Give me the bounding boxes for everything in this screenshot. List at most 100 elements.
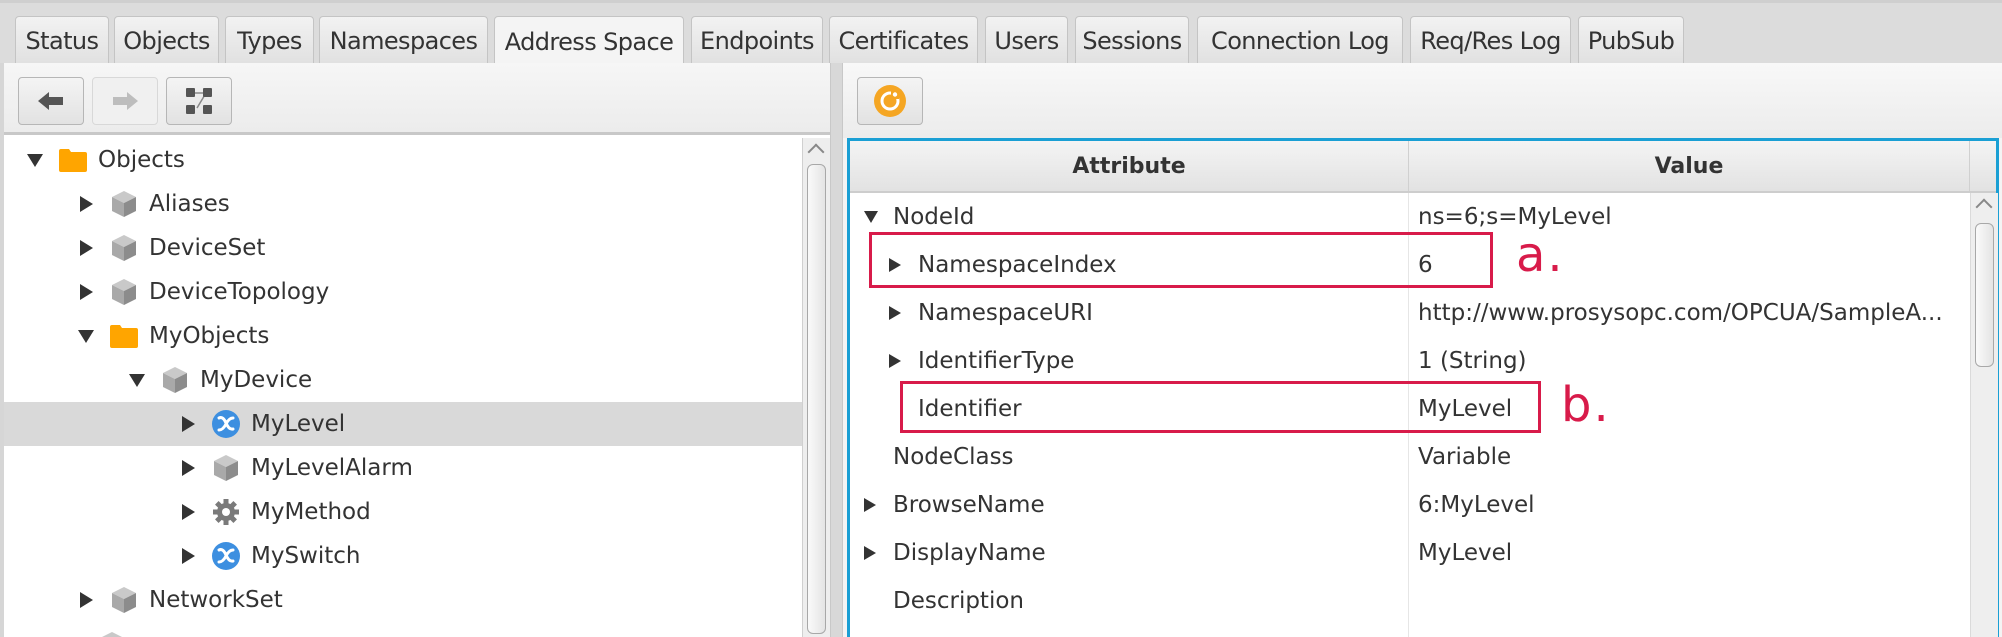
tree-item-myswitch[interactable]: MySwitch [4,534,802,578]
pane-splitter[interactable] [830,63,843,637]
attribute-name: Description [893,588,1024,614]
forward-button[interactable] [92,77,158,125]
tab-namespaces[interactable]: Namespaces [319,16,488,65]
column-header-attribute[interactable]: Attribute [850,141,1409,191]
table-body: NodeIdns=6;s=MyLevelNamespaceIndex6Names… [850,193,1970,637]
refresh-icon [873,84,907,118]
attribute-cell: Description [864,577,1024,625]
expand-toggle[interactable] [175,402,201,446]
attribute-value: ns=6;s=MyLevel [1418,193,1963,241]
triangle-right-icon [80,196,93,212]
tree-item-label: MyMethod [251,499,371,525]
expand-toggle[interactable] [73,578,99,622]
tree-scroll-thumb[interactable] [807,164,826,634]
scroll-up-icon[interactable] [1976,199,1993,216]
attribute-row-displayname[interactable]: DisplayNameMyLevel [850,529,1970,577]
triangle-right-icon [80,240,93,256]
attribute-name: BrowseName [893,492,1045,518]
triangle-right-icon[interactable] [889,258,918,272]
object-cube-icon [109,233,139,263]
attributes-toolbar [843,63,2002,138]
tree-scrollbar[interactable] [802,138,830,637]
back-button[interactable] [18,77,84,125]
tab-sessions[interactable]: Sessions [1075,16,1189,65]
tab-pubsub[interactable]: PubSub [1578,16,1684,65]
attribute-name: Identifier [918,396,1022,422]
scroll-up-icon[interactable] [808,144,825,161]
attributes-scrollbar[interactable] [1970,193,1998,637]
collapse-toggle[interactable] [124,358,150,402]
object-cube-icon [109,189,139,219]
collapse-toggle[interactable] [73,314,99,358]
attribute-row-namespaceindex[interactable]: NamespaceIndex6 [850,241,1970,289]
attribute-name: IdentifierType [918,348,1074,374]
expand-toggle[interactable] [73,182,99,226]
tab-users[interactable]: Users [985,16,1068,65]
tree-item-objects[interactable]: Objects [4,138,802,182]
collapse-toggle[interactable] [22,138,48,182]
expand-toggle[interactable] [175,446,201,490]
arrow-right-icon [111,90,139,112]
attribute-name: NamespaceIndex [918,252,1117,278]
attribute-row-description[interactable]: Description [850,577,1970,625]
tree-item-mymethod[interactable]: MyMethod [4,490,802,534]
triangle-down-icon [78,330,94,343]
attribute-row-identifiertype[interactable]: IdentifierType 1 (String) [850,337,1970,385]
attribute-value: 1 (String) [1418,337,1963,385]
tab-certificates[interactable]: Certificates [829,16,978,65]
object-cube-icon [99,631,125,637]
app-window: Status Objects Types Namespaces Address … [0,0,2002,637]
triangle-right-icon[interactable] [889,354,918,368]
expand-toggle[interactable] [73,270,99,314]
tree-item-myobjects[interactable]: MyObjects [4,314,802,358]
tab-connection-log[interactable]: Connection Log [1197,16,1403,65]
triangle-right-icon[interactable] [864,546,893,560]
attribute-name: DisplayName [893,540,1046,566]
attribute-row-nodeclass[interactable]: NodeClassVariable [850,433,1970,481]
tab-req-res-log[interactable]: Req/Res Log [1410,16,1571,65]
expand-toggle[interactable] [73,226,99,270]
object-cube-icon [109,277,139,307]
address-space-tree[interactable]: Objects Aliases DeviceSetDeviceTopology MyO… [4,138,802,637]
expand-toggle[interactable] [175,534,201,578]
tree-item-mydevice[interactable]: MyDevice [4,358,802,402]
tree-item-partial[interactable] [4,622,802,637]
address-space-tree-pane: Objects Aliases DeviceSetDeviceTopology MyO… [4,63,830,637]
triangle-down-icon [27,154,43,167]
attribute-cell: NamespaceURI [889,289,1093,337]
tree-item-label: Aliases [149,191,230,217]
expand-toggle[interactable] [175,490,201,534]
tree-item-label: MyObjects [149,323,269,349]
attribute-row-nodeid[interactable]: NodeIdns=6;s=MyLevel [850,193,1970,241]
triangle-right-icon [80,284,93,300]
column-header-value[interactable]: Value [1409,141,1970,191]
tab-endpoints[interactable]: Endpoints [691,16,823,65]
tree-toolbar [4,63,830,135]
attributes-scroll-thumb[interactable] [1975,223,1994,367]
attribute-row-namespaceuri[interactable]: NamespaceURIhttp://www.prosysopc.com/OPC… [850,289,1970,337]
attributes-table: Attribute Value NodeIdns=6;s=MyLevelName… [847,138,1999,637]
attribute-value: MyLevel [1418,385,1963,433]
tab-types[interactable]: Types [225,16,314,65]
tree-item-mylevel[interactable]: MyLevel [4,402,802,446]
tab-objects[interactable]: Objects [114,16,219,65]
attribute-cell: DisplayName [864,529,1046,577]
object-cube-icon [160,365,190,395]
tree-item-mylevelalarm[interactable]: MyLevelAlarm [4,446,802,490]
triangle-right-icon[interactable] [889,306,918,320]
tab-address-space[interactable]: Address Space [494,16,684,67]
tab-strip: Status Objects Types Namespaces Address … [0,0,2002,63]
tree-item-networkset[interactable]: NetworkSet [4,578,802,622]
attribute-row-identifier[interactable]: Identifier MyLevel [850,385,1970,433]
attribute-row-browsename[interactable]: BrowseName6:MyLevel [850,481,1970,529]
triangle-right-icon[interactable] [864,498,893,512]
tab-status[interactable]: Status [15,16,109,65]
tree-item-label: MySwitch [251,543,361,569]
tree-item-aliases[interactable]: Aliases [4,182,802,226]
triangle-right-icon [182,504,195,520]
graph-view-button[interactable] [166,77,232,125]
tree-item-deviceset[interactable]: DeviceSet [4,226,802,270]
tree-item-devicetopology[interactable]: DeviceTopology [4,270,802,314]
triangle-down-icon[interactable] [864,211,893,223]
refresh-button[interactable] [857,77,923,125]
